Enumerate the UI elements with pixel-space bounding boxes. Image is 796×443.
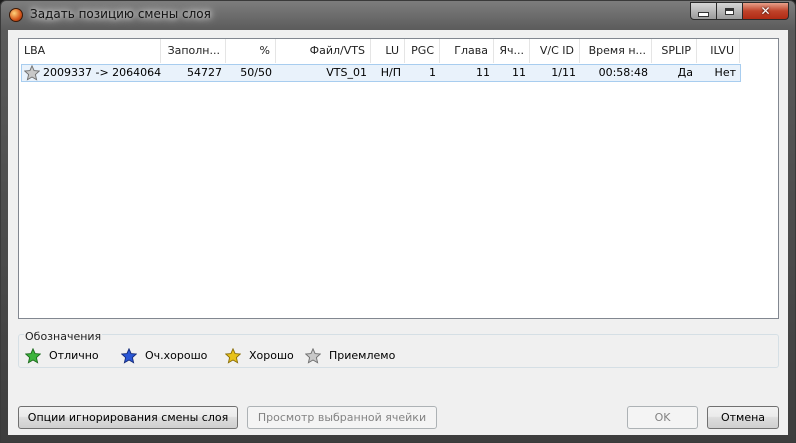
column-header-ilvu[interactable]: ILVU bbox=[697, 39, 740, 63]
legend-title: Обозначения bbox=[24, 330, 103, 343]
column-header-fill[interactable]: Заполн... bbox=[161, 39, 226, 63]
cancel-button[interactable]: Отмена bbox=[707, 406, 779, 429]
legend-label-excellent: Отлично bbox=[49, 349, 99, 362]
star-gray-icon bbox=[24, 65, 40, 81]
column-header-percent[interactable]: % bbox=[226, 39, 276, 63]
close-button[interactable]: ✕ bbox=[743, 2, 789, 20]
star-gray-icon bbox=[305, 348, 321, 364]
cell-lba: 2009337 -> 2064064 bbox=[43, 66, 162, 79]
cell-splip: Да bbox=[677, 66, 693, 79]
dialog-window: Задать позицию смены слоя ✕ LBA Заполн..… bbox=[0, 0, 796, 443]
cell-ilvu: Нет bbox=[714, 66, 736, 79]
cell-vc-id: 1/11 bbox=[551, 66, 576, 79]
table-row[interactable]: 2009337 -> 2064064 54727 50/50 VTS_01 Н/… bbox=[21, 64, 741, 82]
dialog-client-area: LBA Заполн... % Файл/VTS LU PGC Глава Яч… bbox=[8, 30, 788, 435]
close-icon: ✕ bbox=[760, 4, 771, 18]
column-header-splip[interactable]: SPLIP bbox=[652, 39, 697, 63]
maximize-button[interactable] bbox=[717, 2, 743, 20]
column-header-cell[interactable]: Яч... bbox=[494, 39, 530, 63]
legend-label-very-good: Оч.хорошо bbox=[145, 349, 208, 362]
column-header-lba[interactable]: LBA bbox=[19, 39, 161, 63]
cell-chapter: 11 bbox=[476, 66, 490, 79]
layer-break-list[interactable]: LBA Заполн... % Файл/VTS LU PGC Глава Яч… bbox=[18, 38, 779, 319]
legend-groupbox: Обозначения Отлично Оч.хорошо Хорошо При… bbox=[18, 330, 779, 368]
maximize-icon bbox=[725, 7, 734, 15]
column-header-pgc[interactable]: PGC bbox=[405, 39, 440, 63]
window-title: Задать позицию смены слоя bbox=[30, 7, 211, 21]
list-header: LBA Заполн... % Файл/VTS LU PGC Глава Яч… bbox=[19, 39, 778, 63]
column-header-lu[interactable]: LU bbox=[371, 39, 405, 63]
cell-file-vts: VTS_01 bbox=[326, 66, 367, 79]
cell-cell: 11 bbox=[512, 66, 526, 79]
cell-time: 00:58:48 bbox=[598, 66, 648, 79]
cell-percent: 50/50 bbox=[240, 66, 272, 79]
column-header-chapter[interactable]: Глава bbox=[440, 39, 494, 63]
column-header-vc-id[interactable]: V/C ID bbox=[530, 39, 580, 63]
star-yellow-icon bbox=[225, 348, 241, 364]
star-green-icon bbox=[25, 348, 41, 364]
column-header-time[interactable]: Время н... bbox=[580, 39, 652, 63]
ignore-options-button[interactable]: Опции игнорирования смены слоя bbox=[18, 406, 238, 429]
star-blue-icon bbox=[121, 348, 137, 364]
column-header-file-vts[interactable]: Файл/VTS bbox=[276, 39, 371, 63]
legend-label-good: Хорошо bbox=[249, 349, 294, 362]
minimize-icon bbox=[698, 11, 709, 17]
legend-label-acceptable: Приемлемо bbox=[329, 349, 396, 362]
ok-button[interactable]: OK bbox=[627, 406, 698, 429]
view-selected-cell-button[interactable]: Просмотр выбранной ячейки bbox=[247, 406, 437, 429]
title-bar[interactable]: Задать позицию смены слоя ✕ bbox=[1, 1, 795, 29]
cell-lu: Н/П bbox=[380, 66, 401, 79]
app-icon bbox=[9, 8, 23, 22]
cell-pgc: 1 bbox=[429, 66, 436, 79]
cell-fill: 54727 bbox=[187, 66, 222, 79]
caption-buttons: ✕ bbox=[690, 2, 789, 21]
minimize-button[interactable] bbox=[690, 2, 717, 20]
